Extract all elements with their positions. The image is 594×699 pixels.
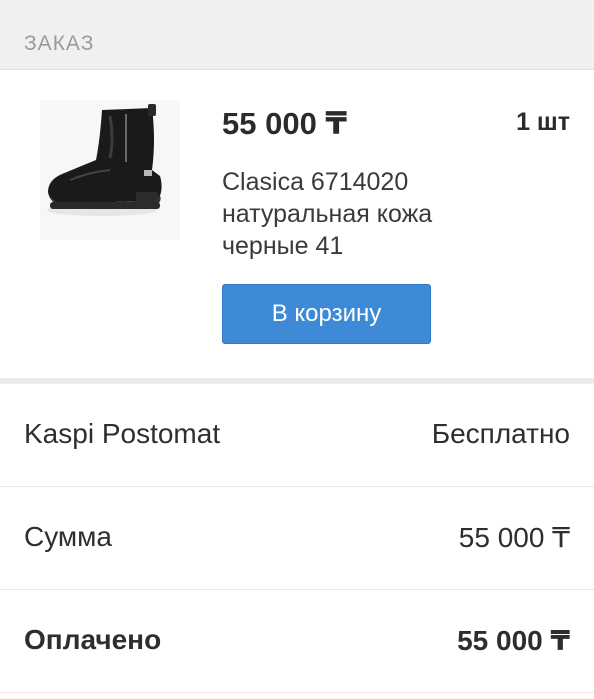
section-header: ЗАКАЗ: [0, 0, 594, 70]
product-description[interactable]: Clasica 6714020 натуральная кожа черные …: [222, 166, 562, 262]
order-item-card: 55 000 ₸ 1 шт Clasica 6714020 натуральна…: [0, 70, 594, 378]
summary-row-paid: Оплачено 55 000 ₸: [0, 590, 594, 693]
summary-row-total: Сумма 55 000 ₸: [0, 487, 594, 590]
total-value: 55 000 ₸: [458, 522, 570, 553]
add-to-cart-button[interactable]: В корзину: [222, 284, 431, 344]
delivery-price-value: Бесплатно: [431, 418, 570, 449]
paid-value: 55 000 ₸: [457, 625, 570, 656]
product-description-line: натуральная кожа: [222, 200, 433, 228]
total-label: Сумма: [24, 521, 112, 552]
section-title: ЗАКАЗ: [24, 32, 95, 55]
boot-icon: [40, 100, 180, 240]
product-image[interactable]: [40, 100, 180, 240]
paid-label: Оплачено: [24, 624, 162, 655]
summary-row-delivery: Kaspi Postomat Бесплатно: [0, 384, 594, 487]
product-description-line: черные 41: [222, 232, 344, 260]
delivery-method-label: Kaspi Postomat: [24, 418, 221, 449]
product-price: 55 000 ₸: [222, 106, 347, 141]
product-description-line: Clasica 6714020: [222, 168, 409, 196]
product-quantity: 1 шт: [516, 108, 570, 136]
order-summary: Kaspi Postomat Бесплатно Сумма 55 000 ₸ …: [0, 384, 594, 699]
